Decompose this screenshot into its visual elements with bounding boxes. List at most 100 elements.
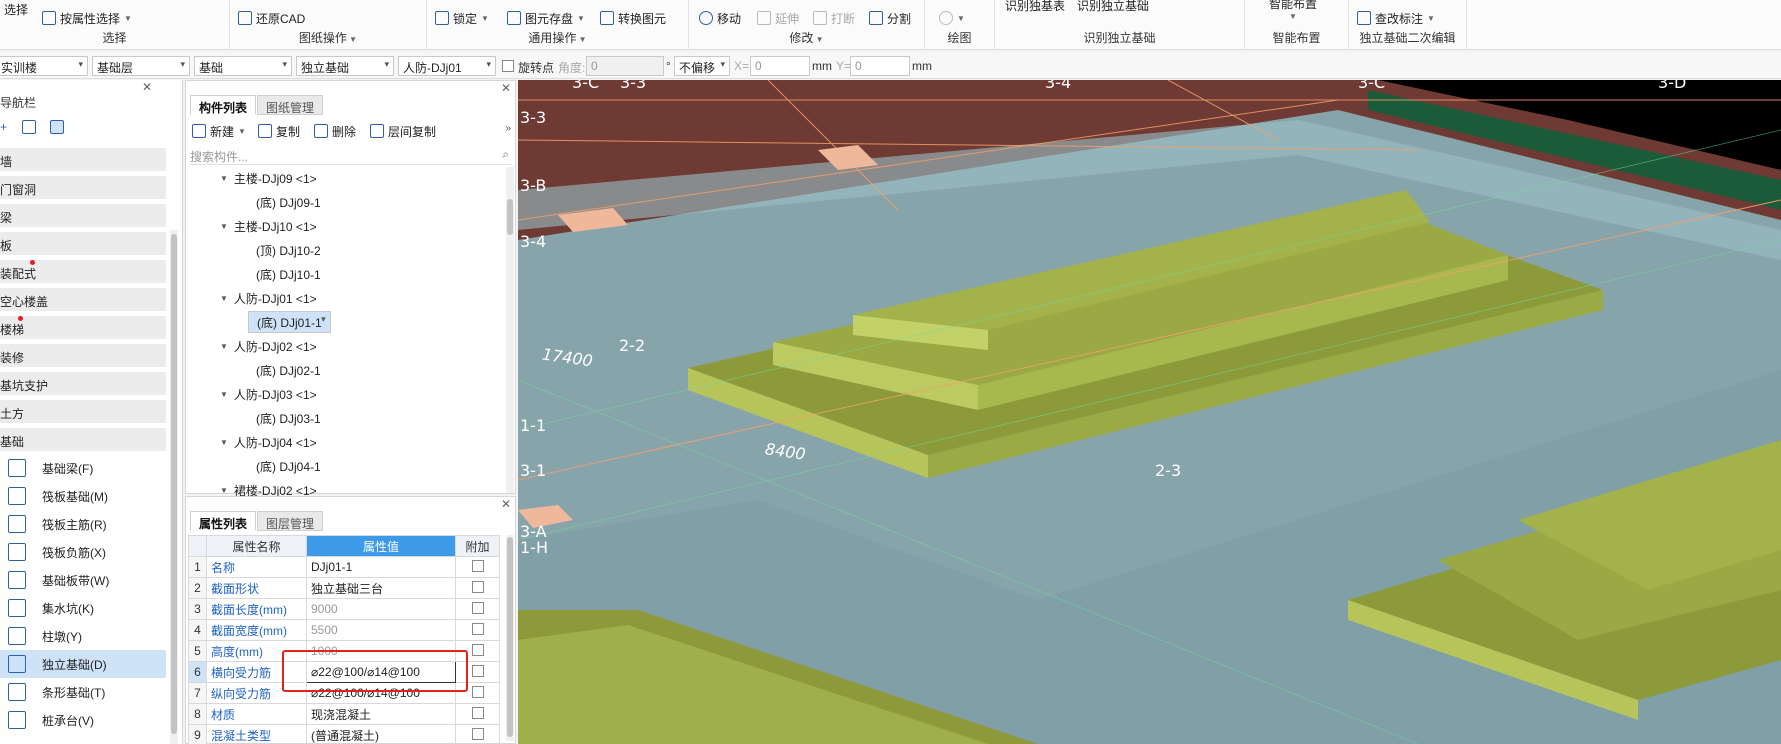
category-select[interactable]: 基础 [194, 56, 292, 76]
nav-item-sump[interactable]: 集水坑(K) [0, 594, 166, 622]
nav-category-hollow-floor[interactable]: 空心楼盖 [0, 288, 166, 312]
property-value-cell[interactable]: 现浇混凝土 [306, 703, 456, 725]
property-value-cell[interactable]: (普通混凝土) [306, 724, 456, 744]
delete-button[interactable]: 删除 [314, 121, 356, 141]
nav-toolbar: + [0, 118, 183, 140]
convert-elements-button[interactable]: 转换图元 [600, 8, 666, 28]
floor-copy-button[interactable]: 层间复制 [370, 121, 436, 141]
break-button[interactable]: 打断 [813, 8, 855, 28]
layer-select[interactable]: 基础层 [92, 56, 190, 76]
search-icon[interactable]: ⌕ [502, 147, 509, 162]
nav-item-pile-cap[interactable]: 桩承台(V) [0, 706, 166, 734]
save-elements-button[interactable]: 图元存盘 ▼ [507, 8, 585, 28]
more-icon[interactable]: » [505, 123, 511, 134]
component-search-input[interactable]: 搜索构件... [190, 145, 512, 165]
close-icon[interactable]: ✕ [501, 497, 511, 511]
3d-viewport[interactable]: 3-C 3-3 3-4 3-C 3-D 3-3 3-B 3-4 2-2 1-1 … [518, 80, 1781, 744]
smart-layout-button[interactable]: 智能布置 ▼ [1269, 0, 1317, 25]
extra-checkbox[interactable] [471, 706, 484, 719]
component-select[interactable]: 人防-DJj01 [398, 56, 496, 76]
axis-label: 3-3 [620, 80, 647, 92]
tree-node[interactable]: ▼ 人防-DJj02 <1> [220, 335, 317, 357]
property-value-cell[interactable]: 9000 [306, 598, 456, 620]
restore-cad-button[interactable]: 还原CAD [238, 8, 305, 28]
tree-leaf[interactable]: (底) DJj09-1 [256, 191, 321, 213]
tree-node[interactable]: ▼ 人防-DJj03 <1> [220, 383, 317, 405]
nav-category-slab[interactable]: 板 [0, 232, 166, 256]
extra-checkbox[interactable] [471, 664, 484, 677]
tree-node[interactable]: ▼ 人防-DJj04 <1> [220, 431, 317, 453]
x-input[interactable]: 0 [750, 56, 810, 76]
recognize-foundation-button[interactable]: 识别独立基础 [1077, 0, 1149, 15]
ribbon-group-smart: 智能布置 ▼ 智能布置 [1245, 0, 1349, 50]
tree-leaf-selected[interactable]: (底) DJj01-1 [248, 311, 331, 333]
rotate-point-checkbox[interactable] [502, 60, 514, 72]
property-scrollbar[interactable] [506, 535, 514, 741]
nav-category-wall[interactable]: 墙 [0, 148, 166, 172]
nav-category-foundation[interactable]: 基础 [0, 428, 166, 452]
check-annotation-button[interactable]: 查改标注 ▼ [1357, 8, 1435, 28]
nav-category-beam[interactable]: 梁 [0, 204, 166, 228]
tree-scrollbar[interactable] [506, 167, 514, 493]
lock-button[interactable]: 锁定 ▼ [435, 8, 489, 28]
copy-button[interactable]: 复制 [258, 121, 300, 141]
extend-button[interactable]: 延伸 [757, 8, 799, 28]
nav-category-stairs[interactable]: 楼梯 [0, 316, 166, 340]
offset-select[interactable]: 不偏移 [674, 56, 730, 76]
extra-checkbox[interactable] [471, 601, 484, 614]
new-button[interactable]: 新建 ▼ [192, 121, 246, 141]
property-value-cell[interactable]: 独立基础三台 [306, 577, 456, 599]
property-table: 属性名称 属性值 附加 1 名称 DJj01-1 2 截面形状 独立基础三台 3… [188, 535, 500, 744]
tree-node[interactable]: ▼ 主楼-DJj10 <1> [220, 215, 317, 237]
tree-leaf[interactable]: (底) DJj10-1 [256, 263, 321, 285]
angle-input[interactable]: 0 [586, 56, 664, 76]
recognize-table-button[interactable]: 识别独基表 [1005, 0, 1065, 15]
nav-category-prefab[interactable]: 装配式 [0, 260, 166, 284]
y-input[interactable]: 0 [850, 56, 910, 76]
tab-property-list[interactable]: 属性列表 [190, 511, 257, 531]
nav-item-strip-foundation[interactable]: 条形基础(T) [0, 678, 166, 706]
nav-item-raft-main-rebar[interactable]: 筏板主筋(R) [0, 510, 166, 538]
close-icon[interactable]: ✕ [501, 81, 511, 95]
nav-item-raft-negative-rebar[interactable]: 筏板负筋(X) [0, 538, 166, 566]
group-label: 图纸操作 ▼ [298, 31, 358, 45]
tree-leaf[interactable]: (底) DJj02-1 [256, 359, 321, 381]
nav-category-door-window[interactable]: 门窗洞 [0, 176, 166, 200]
select-by-attribute-button[interactable]: 按属性选择 ▼ [42, 8, 132, 28]
tree-node[interactable]: ▼ 人防-DJj01 <1> [220, 287, 317, 309]
extra-checkbox[interactable] [471, 685, 484, 698]
extra-checkbox[interactable] [471, 643, 484, 656]
close-icon[interactable]: ✕ [142, 80, 152, 94]
nav-item-raft[interactable]: 筏板基础(M) [0, 482, 166, 510]
nav-item-foundation-strip[interactable]: 基础板带(W) [0, 566, 166, 594]
nav-item-column-pier[interactable]: 柱墩(Y) [0, 622, 166, 650]
extra-checkbox[interactable] [471, 727, 484, 740]
type-select[interactable]: 独立基础 [296, 56, 394, 76]
nav-item-foundation-beam[interactable]: 基础梁(F) [0, 454, 166, 482]
tree-leaf[interactable]: (底) DJj03-1 [256, 407, 321, 429]
extra-checkbox[interactable] [471, 580, 484, 593]
nav-category-pit-support[interactable]: 基坑支护 [0, 372, 166, 396]
split-button[interactable]: 分割 [869, 8, 911, 28]
tree-leaf[interactable]: (底) DJj04-1 [256, 455, 321, 477]
move-button[interactable]: 移动 [699, 8, 741, 28]
detail-list-icon[interactable] [50, 120, 64, 134]
nav-category-earthwork[interactable]: 土方 [0, 400, 166, 424]
tab-component-list[interactable]: 构件列表 [190, 95, 257, 115]
draw-arc-button[interactable]: ▼ [939, 8, 965, 28]
extra-checkbox[interactable] [471, 622, 484, 635]
floor-select[interactable]: 实训楼 [0, 56, 88, 76]
property-value-cell[interactable]: DJj01-1 [306, 556, 456, 578]
tree-node[interactable]: ▼ 主楼-DJj09 <1> [220, 167, 317, 189]
nav-scrollbar[interactable] [170, 230, 178, 744]
extra-checkbox[interactable] [471, 559, 484, 572]
property-value-cell[interactable]: 5500 [306, 619, 456, 641]
tab-layer-management[interactable]: 图层管理 [257, 511, 324, 531]
list-icon[interactable] [22, 120, 36, 134]
select-button[interactable]: 选择 [4, 0, 28, 19]
nav-category-decoration[interactable]: 装修 [0, 344, 166, 368]
tab-drawing-management[interactable]: 图纸管理 [257, 95, 324, 115]
tree-leaf[interactable]: (顶) DJj10-2 [256, 239, 321, 261]
add-icon[interactable]: + [0, 120, 7, 134]
nav-item-isolated-foundation[interactable]: 独立基础(D) [0, 650, 166, 678]
